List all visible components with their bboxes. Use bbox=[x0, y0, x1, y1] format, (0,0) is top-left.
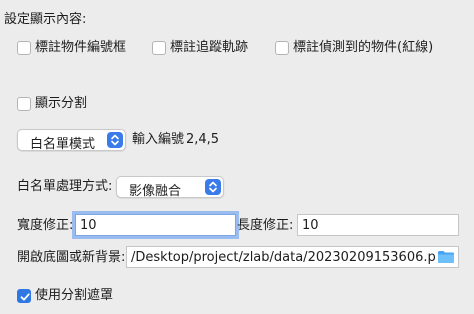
checkbox-detected-objects[interactable] bbox=[275, 41, 289, 55]
folder-icon[interactable] bbox=[437, 250, 455, 268]
chevron-up-down-icon bbox=[205, 179, 221, 195]
use-mask-text: 使用分割遮罩 bbox=[35, 288, 114, 303]
length-correction-label: 長度修正: bbox=[237, 218, 294, 233]
checkbox-label-id-box[interactable] bbox=[17, 41, 31, 55]
label-id-box-text: 標註物件編號框 bbox=[35, 40, 127, 55]
whitelist-method-select[interactable]: 影像融合 bbox=[116, 176, 224, 199]
whitelist-method-label: 白名單處理方式: bbox=[17, 179, 113, 194]
checkbox-tracking-path[interactable] bbox=[152, 41, 166, 55]
show-segmentation-text: 顯示分割 bbox=[35, 96, 88, 111]
tracking-path-text: 標註追蹤軌跡 bbox=[170, 40, 249, 55]
mode-select-value: 白名單模式 bbox=[30, 137, 96, 152]
background-path-field[interactable] bbox=[126, 246, 459, 268]
id-input-label: 輸入編號 bbox=[132, 132, 185, 147]
width-correction-label: 寬度修正: bbox=[17, 218, 74, 233]
checkbox-use-mask[interactable] bbox=[17, 289, 31, 303]
detected-objects-text: 標註偵測到的物件(紅線) bbox=[293, 40, 434, 55]
checkbox-show-segmentation[interactable] bbox=[17, 97, 31, 111]
background-label: 開啟底圖或新背景: bbox=[17, 250, 126, 265]
width-correction-input[interactable] bbox=[76, 215, 235, 235]
id-input-value[interactable]: 2,4,5 bbox=[186, 132, 219, 148]
section-title: 設定顯示內容: bbox=[4, 12, 87, 27]
background-path-input[interactable] bbox=[127, 247, 458, 267]
chevron-up-down-icon bbox=[107, 132, 123, 148]
checkmark-icon bbox=[20, 293, 30, 301]
whitelist-method-value: 影像融合 bbox=[129, 184, 182, 199]
mode-select[interactable]: 白名單模式 bbox=[17, 129, 126, 152]
width-correction-field[interactable] bbox=[75, 214, 236, 236]
length-correction-input[interactable] bbox=[298, 215, 458, 235]
length-correction-field[interactable] bbox=[297, 214, 459, 236]
